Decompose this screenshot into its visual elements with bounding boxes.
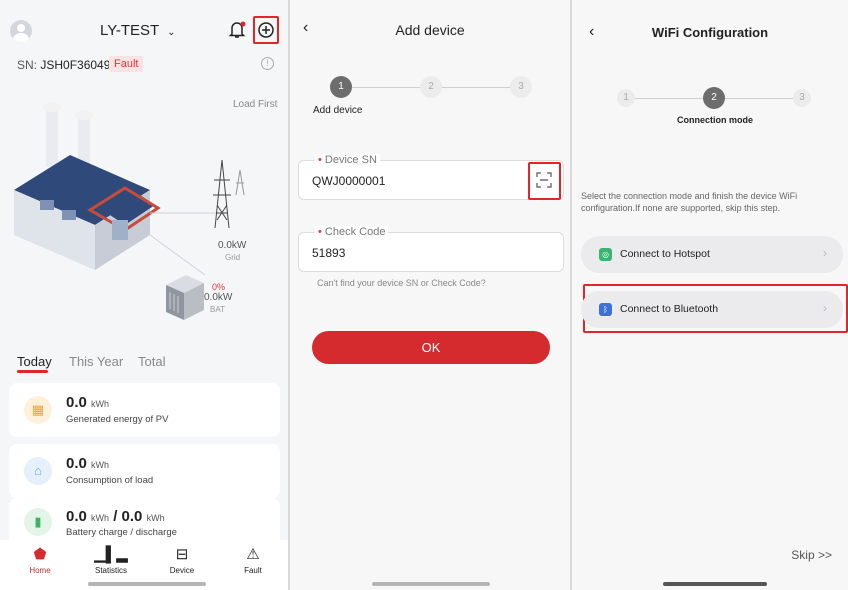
tab-underline: [17, 370, 48, 373]
page-title: WiFi Configuration: [651, 25, 769, 40]
step-label: Add device: [313, 105, 363, 116]
pylon-illustration: [213, 159, 245, 229]
home-indicator: [663, 582, 767, 586]
tab-this-year[interactable]: This Year: [69, 354, 123, 369]
battery-power: 0.0kW: [204, 292, 233, 303]
device-icon: ⊟: [175, 546, 189, 563]
factory-illustration: [14, 102, 222, 276]
check-code-label: • Check Code: [315, 226, 389, 238]
nav-statistics-label: Statistics: [94, 566, 127, 575]
check-code-field[interactable]: • Check Code 51893: [298, 226, 564, 272]
nav-fault-label: Fault: [244, 566, 262, 575]
home-indicator: [88, 582, 206, 586]
load-consumption-card[interactable]: ⌂ 0.0 kWh Consumption of load: [9, 444, 280, 498]
device-sn-label: • Device SN: [315, 154, 380, 166]
bluetooth-label: Connect to Bluetooth: [620, 303, 719, 315]
check-code-value: 51893: [312, 246, 346, 260]
ok-button[interactable]: OK: [312, 331, 550, 364]
nav-device[interactable]: ⊟ Device: [152, 546, 212, 575]
info-icon[interactable]: !: [261, 57, 274, 70]
step-line: [635, 98, 703, 99]
energy-flow-illustration: [14, 102, 245, 320]
chevron-right-icon: ›: [823, 246, 827, 260]
hotspot-option[interactable]: ◎ Connect to Hotspot ›: [581, 236, 843, 273]
pv-energy-value: 0.0 kWh: [66, 394, 110, 411]
step-3: 3: [510, 76, 532, 98]
wifi-config-screen: ‹ WiFi Configuration 1 2 3 Connection mo…: [572, 0, 848, 590]
battery-icon: ▮: [24, 508, 52, 536]
bluetooth-icon: ᛒ: [599, 303, 612, 316]
bar-chart-icon: ▁▌▂: [94, 546, 128, 563]
step-1: 1: [617, 89, 635, 107]
chevron-down-icon: ⌄: [167, 27, 176, 38]
bluetooth-option[interactable]: ᛒ Connect to Bluetooth ›: [581, 291, 843, 328]
home-screen: LY-TEST ⌄ SN: JSH0F36049 Fault ! Load Fi…: [0, 0, 288, 590]
step-2: 2: [420, 76, 442, 98]
avatar[interactable]: [10, 20, 32, 42]
pv-energy-card[interactable]: ▦ 0.0 kWh Generated energy of PV: [9, 383, 280, 437]
chevron-right-icon: ›: [823, 301, 827, 315]
sn-prefix: SN:: [17, 58, 38, 72]
step-label: Connection mode: [677, 115, 753, 125]
home-load-icon: ⌂: [24, 457, 52, 485]
grid-label: Grid: [225, 253, 241, 262]
sn-value: JSH0F36049: [40, 58, 111, 72]
description: Select the connection mode and finish th…: [581, 191, 798, 213]
tab-total[interactable]: Total: [138, 354, 165, 369]
battery-charge-label: Battery charge / discharge: [66, 527, 177, 538]
nav-home-label: Home: [29, 566, 51, 575]
warning-icon: ⚠: [246, 546, 260, 563]
tab-today[interactable]: Today: [17, 354, 52, 369]
scan-icon[interactable]: [536, 172, 552, 193]
step-2: 2: [703, 87, 725, 109]
step-3: 3: [793, 89, 811, 107]
pv-energy-label: Generated energy of PV: [66, 414, 169, 425]
nav-fault[interactable]: ⚠ Fault: [223, 546, 283, 575]
page-title: Add device: [395, 22, 465, 38]
device-sn-value: QWJ0000001: [312, 174, 386, 188]
step-line: [725, 98, 793, 99]
wifi-icon: ◎: [599, 248, 612, 261]
battery-cabinet-illustration: [166, 275, 204, 320]
grid-power: 0.0kW: [218, 240, 247, 251]
nav-statistics[interactable]: ▁▌▂ Statistics: [81, 546, 141, 575]
nav-home[interactable]: ⬟ Home: [10, 546, 70, 575]
serial-number: SN: JSH0F36049: [17, 58, 110, 72]
step-line: [442, 87, 510, 88]
hotspot-label: Connect to Hotspot: [620, 248, 710, 260]
step-1: 1: [330, 76, 352, 98]
plant-selector[interactable]: LY-TEST ⌄: [100, 22, 175, 39]
fault-badge[interactable]: Fault: [109, 56, 144, 72]
battery-label: BAT: [210, 305, 225, 314]
plant-title: LY-TEST: [100, 22, 159, 39]
home-indicator: [372, 582, 490, 586]
help-link[interactable]: Can't find your device SN or Check Code?: [317, 278, 486, 288]
load-label: Consumption of load: [66, 475, 154, 486]
add-device-icon[interactable]: [258, 22, 274, 38]
step-line: [352, 87, 420, 88]
skip-link[interactable]: Skip >>: [791, 548, 832, 562]
load-value: 0.0 kWh: [66, 455, 110, 472]
nav-device-label: Device: [169, 566, 195, 575]
solar-panel-icon: ▦: [24, 396, 52, 424]
home-icon: ⬟: [33, 546, 47, 563]
add-device-screen: ‹ Add device 1 2 3 Add device • Device S…: [290, 0, 570, 590]
battery-charge-card[interactable]: ▮ 0.0 kWh / 0.0 kWh Battery charge / dis…: [9, 498, 280, 546]
bell-icon[interactable]: [228, 20, 246, 40]
battery-charge-value: 0.0 kWh / 0.0 kWh: [66, 508, 165, 525]
device-sn-field[interactable]: • Device SN QWJ0000001: [298, 154, 564, 200]
battery-percent: 0%: [212, 282, 226, 292]
